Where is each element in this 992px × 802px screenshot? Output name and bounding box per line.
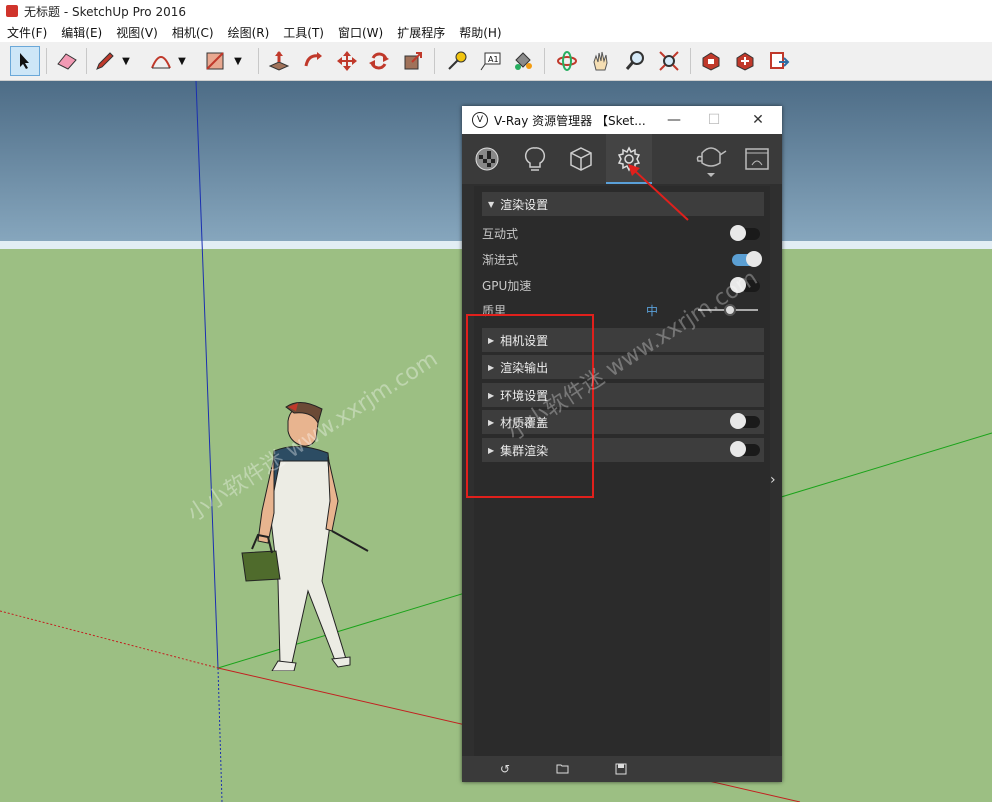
chevron-down-icon[interactable]: ▼ (118, 46, 134, 76)
vray-title-bar: V V-Ray 资源管理器 【Sket... — ☐ ✕ (462, 106, 782, 134)
menu-extensions[interactable]: 扩展程序 (390, 24, 452, 41)
quality-value: 中 (646, 304, 659, 318)
option-label-progressive: 渐进式 (482, 253, 519, 267)
rotate-icon[interactable] (364, 46, 394, 76)
option-label-interactive: 互动式 (482, 227, 519, 241)
eraser-icon[interactable] (52, 46, 82, 76)
chevron-down-icon: ▼ (488, 199, 495, 209)
toggle-material-override[interactable] (730, 413, 760, 429)
warehouse-icon[interactable] (696, 46, 726, 76)
maximize-icon[interactable]: ☐ (694, 106, 734, 134)
menu-draw[interactable]: 绘图(R) (221, 24, 277, 41)
select-arrow-icon[interactable] (10, 46, 40, 76)
vray-logo-icon: V (472, 112, 488, 128)
menu-help[interactable]: 帮助(H) (452, 24, 508, 41)
chevron-right-icon[interactable]: › (770, 472, 782, 492)
menu-bar: 文件(F) 编辑(E) 视图(V) 相机(C) 绘图(R) 工具(T) 窗口(W… (0, 22, 992, 42)
materials-icon (475, 147, 499, 171)
arc-icon[interactable] (146, 46, 176, 76)
move-icon[interactable] (332, 46, 362, 76)
open-folder-icon[interactable] (554, 761, 572, 777)
main-toolbar: ▼ ▼ ▼ A1 (0, 42, 992, 81)
blue-axis (195, 81, 219, 669)
vray-footer: ↺ (462, 756, 782, 782)
menu-camera[interactable]: 相机(C) (165, 24, 221, 41)
pencil-icon[interactable] (90, 46, 120, 76)
tab-lights[interactable] (512, 134, 558, 184)
minimize-icon[interactable]: — (654, 106, 694, 134)
zoom-extents-icon[interactable] (654, 46, 684, 76)
toggle-distributed-render[interactable] (730, 441, 760, 457)
lights-icon (524, 147, 546, 171)
text-tool-label: A1 (488, 55, 499, 64)
close-icon[interactable]: ✕ (738, 106, 778, 134)
orbit-icon[interactable] (552, 46, 582, 76)
revert-icon[interactable]: ↺ (496, 761, 514, 777)
push-pull-icon[interactable] (264, 46, 294, 76)
frame-buffer-icon (745, 148, 769, 170)
tab-geometry[interactable] (558, 134, 604, 184)
menu-edit[interactable]: 编辑(E) (54, 24, 109, 41)
geometry-icon (570, 147, 592, 171)
section-label: 渲染设置 (500, 197, 549, 212)
pan-icon[interactable] (586, 46, 616, 76)
paint-bucket-icon[interactable] (508, 46, 538, 76)
vray-title: V-Ray 资源管理器 【Sket... (494, 113, 646, 128)
tab-materials[interactable] (464, 134, 510, 184)
rectangle-icon[interactable] (200, 46, 230, 76)
annotation-arrow (628, 164, 689, 221)
menu-window[interactable]: 窗口(W) (331, 24, 390, 41)
scale-icon[interactable] (398, 46, 428, 76)
zoom-icon[interactable] (620, 46, 650, 76)
chevron-down-icon[interactable]: ▼ (230, 46, 246, 76)
toggle-interactive[interactable] (730, 225, 760, 241)
toolbar-separator (258, 48, 259, 74)
option-label-gpu: GPU加速 (482, 279, 532, 293)
menu-tools[interactable]: 工具(T) (276, 24, 331, 41)
blue-axis-negative (217, 667, 223, 802)
title-bar: 无标题 - SketchUp Pro 2016 (0, 0, 992, 22)
menu-view[interactable]: 视图(V) (109, 24, 165, 41)
send-to-layout-icon[interactable] (764, 46, 794, 76)
red-axis-negative (0, 610, 219, 669)
toolbar-separator (690, 48, 691, 74)
toolbar-separator (46, 48, 47, 74)
toolbar-separator (434, 48, 435, 74)
tape-measure-icon[interactable] (442, 46, 472, 76)
save-icon[interactable] (612, 761, 630, 777)
extension-warehouse-icon[interactable] (730, 46, 760, 76)
follow-me-icon[interactable] (298, 46, 328, 76)
toolbar-separator (86, 48, 87, 74)
menu-file[interactable]: 文件(F) (0, 24, 54, 41)
window-title: 无标题 - SketchUp Pro 2016 (24, 4, 186, 19)
chevron-down-icon[interactable]: ▼ (174, 46, 190, 76)
tab-frame-buffer[interactable] (734, 134, 780, 184)
text-label-icon[interactable]: A1 (476, 46, 506, 76)
sketchup-logo-icon (6, 5, 18, 17)
toolbar-separator (544, 48, 545, 74)
